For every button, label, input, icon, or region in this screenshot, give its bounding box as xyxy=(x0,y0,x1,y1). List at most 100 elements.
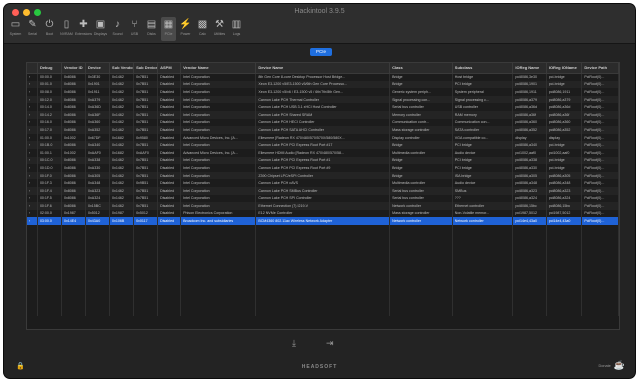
column-header[interactable]: Class xyxy=(389,63,453,74)
table-cell: 0x7B51 xyxy=(133,156,159,165)
row-toggle-icon[interactable]: › xyxy=(27,133,38,142)
column-header[interactable]: IOReg IOName xyxy=(546,63,583,74)
table-row[interactable]: › 00:1F.4 0x8086 0xA323 0x1462 0x7B51 Disabled… xyxy=(27,186,619,195)
toolbar-item-logs[interactable]: ▥ Logs xyxy=(229,17,244,41)
table-row[interactable]: › 00:00.0 0x8086 0x3E30 0x1462 0x7B51 Disabled… xyxy=(27,73,619,81)
table-cell: pci-bridge xyxy=(546,141,583,149)
table-cell: 0xA352 xyxy=(85,126,111,134)
table-row[interactable]: › 00:14.0 0x8086 0xA36D 0x1462 0x7B51 Disabled… xyxy=(27,103,619,111)
row-toggle-icon[interactable]: › xyxy=(27,194,38,203)
empty-cell xyxy=(452,240,514,248)
table-row[interactable]: › 00:1F.3 0x8086 0xA348 0x1462 0x9B51 Disabled… xyxy=(27,179,619,187)
row-toggle-icon[interactable]: › xyxy=(27,179,38,187)
toolbar-item-extensions[interactable]: ✚ Extensions xyxy=(75,17,92,41)
toolbar-item-power[interactable]: ⚡ Power xyxy=(178,17,193,41)
table-row[interactable]: › 00:1F.6 0x8086 0x15BC 0x1462 0x7B51 Disabled… xyxy=(27,202,619,210)
column-header[interactable] xyxy=(27,63,38,74)
empty-cell xyxy=(546,278,583,286)
column-header[interactable]: Device Path xyxy=(581,63,619,74)
toolbar-item-utilities[interactable]: ⚒ Utilities xyxy=(212,17,227,41)
row-toggle-icon[interactable]: › xyxy=(27,95,38,104)
empty-cell xyxy=(133,247,159,256)
table-row[interactable]: › 03:00.0 0x14E4 0x43A0 0x106B 0x0117 Disabled… xyxy=(27,217,619,225)
column-header[interactable]: ASPM xyxy=(157,63,182,74)
section-segment-pcie[interactable]: PCIe xyxy=(310,48,332,56)
column-header[interactable]: Vendor Name xyxy=(180,63,257,74)
table-cell: Intel Corporation xyxy=(180,73,257,81)
table-cell: pci8086,a330 xyxy=(512,164,547,172)
table-row[interactable]: › 01:00.1 0x1002 0xAAF0 0x1682 0xAAF0 Disabled… xyxy=(27,148,619,157)
row-toggle-icon[interactable]: › xyxy=(27,80,38,89)
table-row[interactable]: › 00:1C.0 0x8086 0xA338 0x1462 0x7B51 Disabled… xyxy=(27,156,619,165)
export-icon[interactable]: ⤓ xyxy=(292,338,296,349)
column-header[interactable]: Debug xyxy=(37,63,62,74)
table-cell: Cannon Lake PCH SPI Controller xyxy=(255,194,391,203)
row-toggle-icon[interactable]: › xyxy=(27,103,38,111)
empty-cell xyxy=(389,293,453,301)
toolbar-item-boot[interactable]: ⏻ Boot xyxy=(42,17,57,41)
toolbar-item-calc[interactable]: ▩ Calc xyxy=(195,17,210,41)
toolbar-item-displays[interactable]: ▣ Displays xyxy=(93,17,108,41)
row-toggle-icon[interactable]: › xyxy=(27,118,38,127)
table-row[interactable]: › 00:16.0 0x8086 0xA360 0x1462 0x7B51 Disabled… xyxy=(27,118,619,127)
table-row[interactable]: › 00:01.0 0x8086 0x1901 0x1462 0x7B51 Disabled… xyxy=(27,80,619,89)
row-toggle-icon[interactable]: › xyxy=(27,217,38,225)
table-row[interactable]: › 00:1D.0 0x8086 0xA330 0x1462 0x7B51 Disabled… xyxy=(27,164,619,172)
row-toggle-icon[interactable]: › xyxy=(27,88,38,96)
column-header[interactable]: IOReg Name xyxy=(512,63,547,74)
table-row[interactable]: › 00:1F.5 0x8086 0xA324 0x1462 0x7B51 Disabled… xyxy=(27,194,619,203)
row-toggle-icon[interactable]: › xyxy=(27,126,38,134)
table-cell: 0x1462 xyxy=(109,171,135,180)
table-cell: Ethernet controller xyxy=(452,202,514,210)
table-cell: 00:1B.0 xyxy=(37,141,62,149)
row-toggle-icon[interactable]: › xyxy=(27,164,38,172)
table-row[interactable]: › 02:00.0 0x1987 0x5012 0x1987 0x5012 Disabled… xyxy=(27,209,619,218)
column-header[interactable]: Subclass xyxy=(452,63,514,74)
toolbar-item-system[interactable]: ▭ System xyxy=(8,17,23,41)
table-row[interactable]: › 00:1B.0 0x8086 0xA340 0x1462 0x7B51 Disabled… xyxy=(27,141,619,149)
toolbar-item-serial[interactable]: ✎ Serial xyxy=(25,17,40,41)
table-cell: Intel Corporation xyxy=(180,118,257,127)
column-header[interactable]: Device xyxy=(85,63,111,74)
table-cell: Ellesmere [Radeon RX 470/480/570/570X/58… xyxy=(255,133,391,142)
row-toggle-icon[interactable]: › xyxy=(27,73,38,81)
table-cell: 0x8086 xyxy=(61,202,87,210)
empty-cell xyxy=(27,300,38,309)
table-cell: pci1002,aaf0 xyxy=(546,148,583,157)
donate-button[interactable]: Donate ☕ xyxy=(599,360,625,371)
exit-icon[interactable]: ⇥ xyxy=(326,338,334,349)
toolbar-item-nvram[interactable]: ▯ NVRAM xyxy=(59,17,74,41)
table-cell: PciRoot(0)... xyxy=(581,194,619,203)
column-header[interactable]: Sub Vendor xyxy=(109,63,135,74)
empty-cell xyxy=(109,270,135,279)
empty-cell xyxy=(37,270,62,279)
toolbar-item-usb[interactable]: ⑂ USB xyxy=(127,17,142,41)
row-toggle-icon[interactable]: › xyxy=(27,156,38,165)
toolbar-item-disks[interactable]: ▤ Disks xyxy=(144,17,159,41)
column-header[interactable]: Device Name xyxy=(255,63,391,74)
toolbar-item-sound[interactable]: ♪ Sound xyxy=(110,17,125,41)
row-toggle-icon[interactable]: › xyxy=(27,171,38,180)
toolbar-item-label: System xyxy=(9,32,22,36)
row-toggle-icon[interactable]: › xyxy=(27,110,38,119)
row-toggle-icon[interactable]: › xyxy=(27,209,38,218)
table-cell: 0x1462 xyxy=(109,156,135,165)
table-row[interactable]: › 01:00.0 0x1002 0x67DF 0x1682 0x9580 Disabled… xyxy=(27,133,619,142)
column-header[interactable]: Sub Device xyxy=(133,63,159,74)
row-toggle-icon[interactable]: › xyxy=(27,141,38,149)
column-header[interactable]: Vendor ID xyxy=(61,63,87,74)
row-toggle-icon[interactable]: › xyxy=(27,148,38,157)
table-row[interactable]: › 00:1F.0 0x8086 0xA305 0x1462 0x7B51 Disabled… xyxy=(27,171,619,180)
empty-cell xyxy=(157,224,182,233)
table-row[interactable]: › 00:14.2 0x8086 0xA36F 0x1462 0x7B51 Disabled… xyxy=(27,110,619,119)
table-row[interactable]: › 00:08.0 0x8086 0x1911 0x1462 0x7B51 Disabled… xyxy=(27,88,619,96)
row-toggle-icon[interactable]: › xyxy=(27,186,38,195)
toolbar-item-pcie[interactable]: ▦ PCIe xyxy=(161,17,176,41)
row-toggle-icon[interactable]: › xyxy=(27,202,38,210)
table-cell: Cannon Lake PCH PCI Express Root Port #1 xyxy=(255,156,391,165)
table-row[interactable]: › 00:12.0 0x8086 0xA379 0x1462 0x7B51 Disabled… xyxy=(27,95,619,104)
toolbar-item-label: Serial xyxy=(28,32,37,36)
empty-cell xyxy=(157,293,182,301)
table-cell: 00:16.0 xyxy=(37,118,62,127)
table-row[interactable]: › 00:17.0 0x8086 0xA352 0x1462 0x7B51 Disabled… xyxy=(27,126,619,134)
